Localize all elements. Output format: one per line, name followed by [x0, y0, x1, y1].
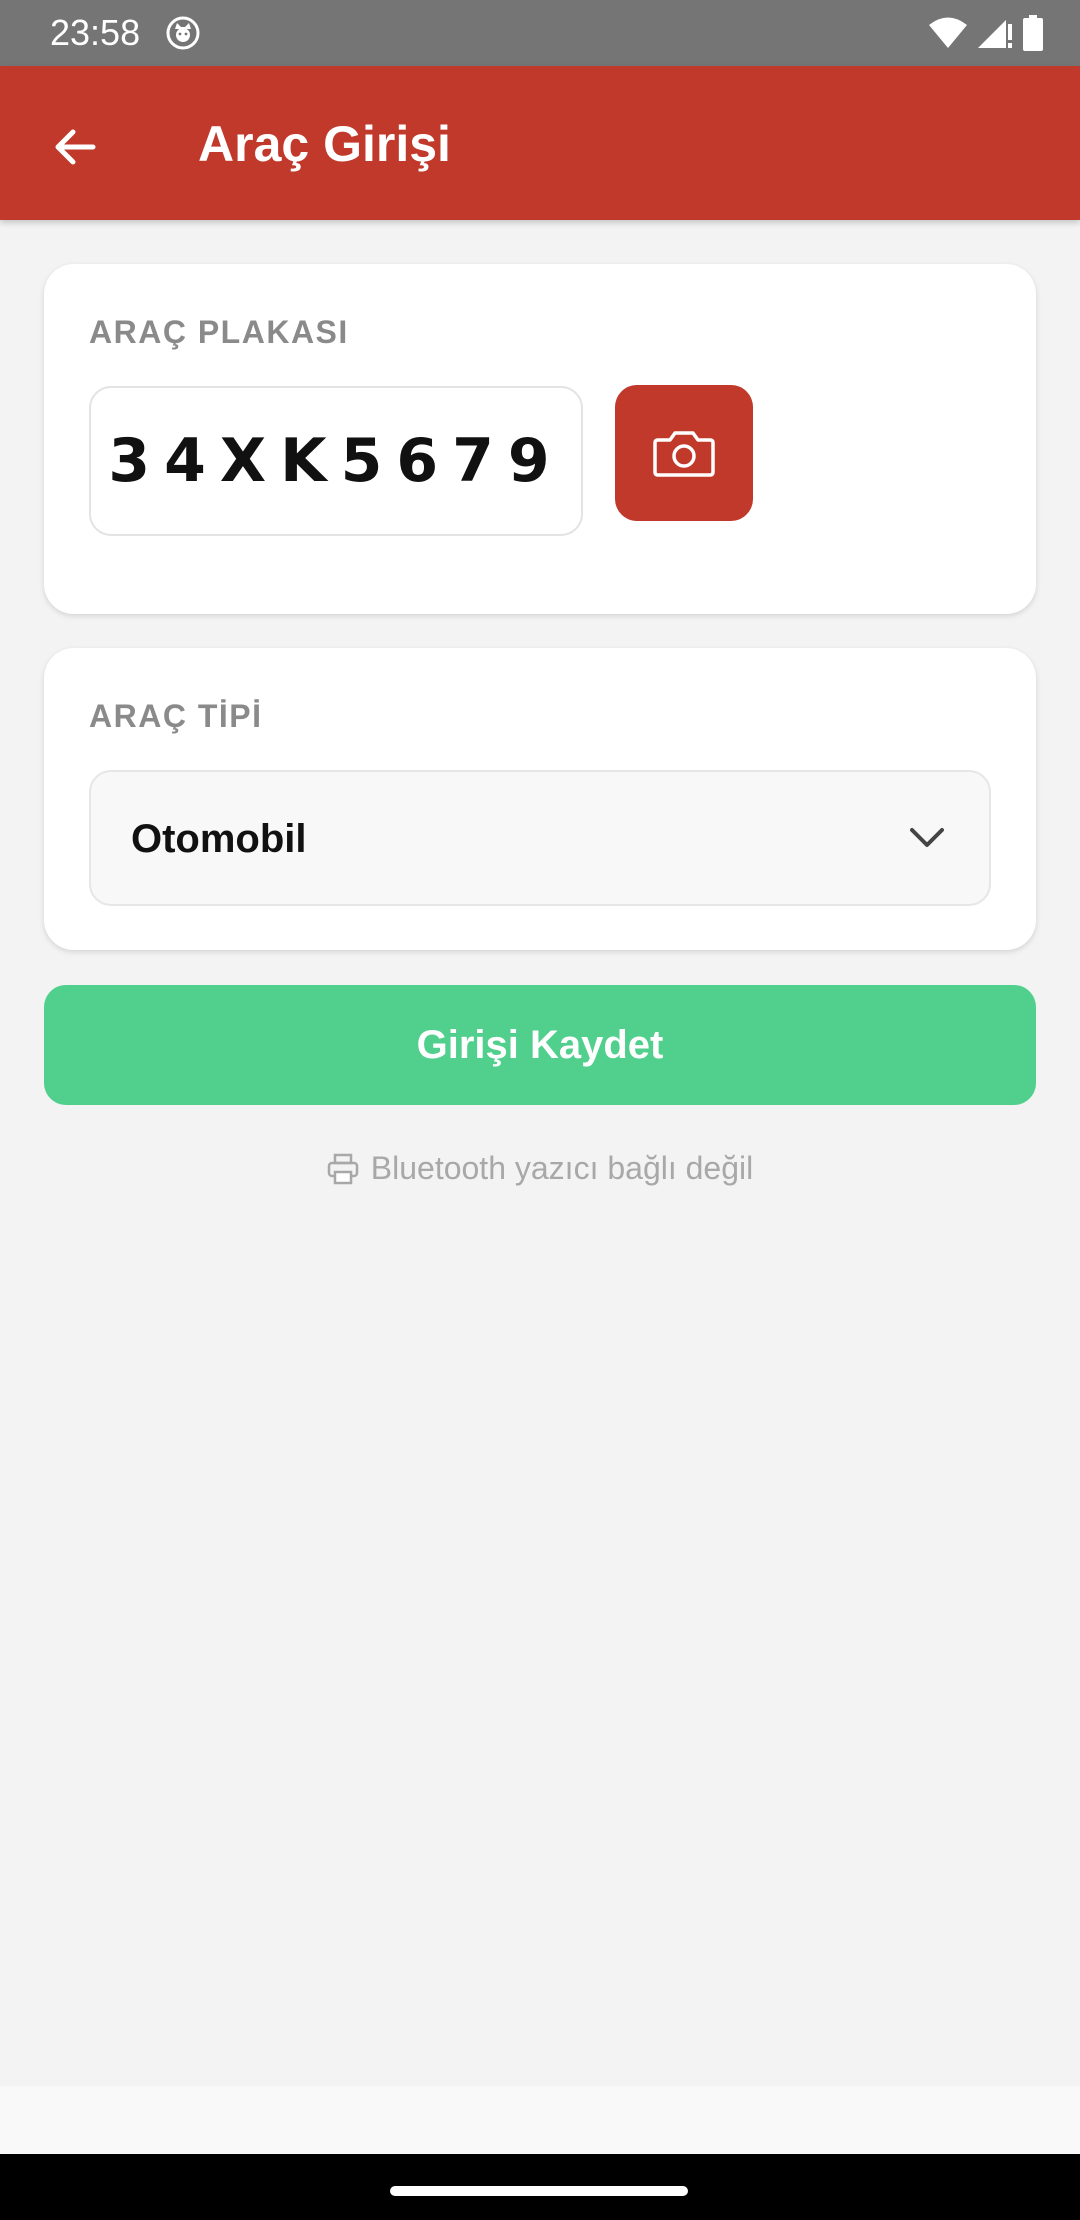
vehicle-type-select[interactable]: Otomobil: [89, 770, 991, 906]
wifi-icon: [929, 17, 967, 48]
printer-status: Bluetooth yazıcı bağlı değil: [0, 1150, 1080, 1187]
arrow-left-icon: [55, 129, 96, 165]
chevron-down-icon: [910, 828, 944, 847]
camera-icon: [653, 431, 715, 477]
plate-input[interactable]: 34XK5679: [89, 386, 583, 536]
status-icons: [928, 14, 1044, 52]
camera-button[interactable]: [615, 385, 753, 521]
back-button[interactable]: [40, 112, 110, 182]
cat-notification-icon: [166, 16, 200, 50]
vehicle-type-label: ARAÇ TİPİ: [89, 698, 263, 734]
printer-icon: [327, 1153, 359, 1184]
vehicle-type-card: ARAÇ TİPİ Otomobil: [44, 648, 1036, 950]
signal-icon: [978, 20, 1012, 48]
plate-section-label: ARAÇ PLAKASI: [89, 314, 349, 350]
plate-card: ARAÇ PLAKASI 34XK5679: [44, 264, 1036, 614]
status-bar: 23:58: [0, 0, 1080, 66]
battery-icon: [1023, 15, 1043, 51]
bottom-strip: [0, 2086, 1080, 2154]
printer-status-text: Bluetooth yazıcı bağlı değil: [370, 1150, 754, 1186]
page-title: Araç Girişi: [198, 116, 451, 172]
home-indicator[interactable]: [390, 2186, 688, 2196]
status-time: 23:58: [50, 12, 141, 53]
app-bar: Araç Girişi: [0, 66, 1080, 220]
vehicle-type-value: Otomobil: [131, 817, 307, 861]
screen: 23:58 Araç Girişi ARAÇ PLAKASI 34XK5679 …: [0, 0, 1080, 2220]
save-entry-button[interactable]: Girişi Kaydet: [44, 985, 1036, 1105]
